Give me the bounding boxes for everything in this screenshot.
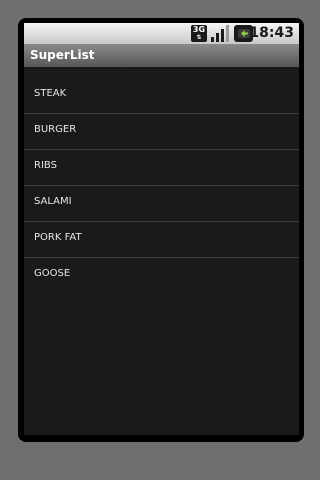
- signal-icon: [211, 25, 229, 42]
- super-list: STEAK BURGER RIBS SALAMI PORK FAT GOOSE: [24, 78, 299, 293]
- list-item[interactable]: RIBS: [24, 150, 299, 186]
- status-bar: 3G ⇅ 18:43: [24, 23, 299, 44]
- 3g-icon: 3G ⇅: [191, 25, 207, 42]
- device-screen: 3G ⇅ 18:43 SuperList STEAK BURGER RIBS S…: [24, 23, 299, 435]
- data-arrows-icon: ⇅: [196, 34, 202, 41]
- list-item[interactable]: PORK FAT: [24, 222, 299, 258]
- list-item[interactable]: SALAMI: [24, 186, 299, 222]
- signal-bar: [226, 25, 229, 42]
- list-item[interactable]: BURGER: [24, 114, 299, 150]
- network-type-label: 3G: [192, 25, 206, 34]
- list-item[interactable]: STEAK: [24, 78, 299, 114]
- app-title: SuperList: [30, 48, 95, 62]
- signal-bar: [216, 33, 219, 42]
- list-item[interactable]: GOOSE: [24, 258, 299, 293]
- list-item-label: RIBS: [34, 160, 57, 171]
- list-item-label: SALAMI: [34, 196, 72, 207]
- signal-bar: [221, 29, 224, 42]
- signal-bar: [211, 37, 214, 42]
- title-bar: SuperList: [24, 44, 299, 67]
- list-item-label: PORK FAT: [34, 232, 82, 243]
- list-item-label: STEAK: [34, 88, 67, 99]
- list-item-label: GOOSE: [34, 268, 71, 279]
- status-clock: 18:43: [249, 25, 294, 41]
- list-item-label: BURGER: [34, 124, 77, 135]
